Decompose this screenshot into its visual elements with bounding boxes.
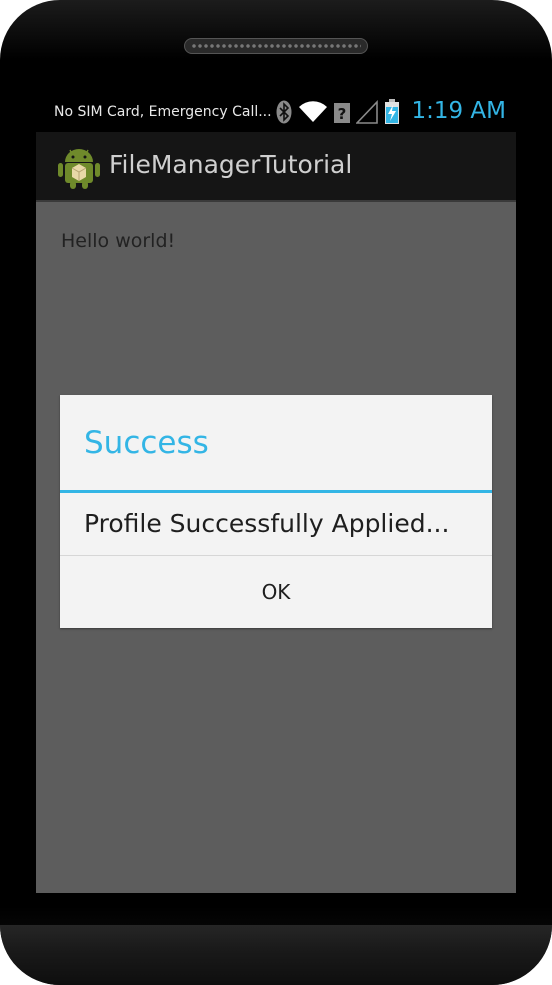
status-time: 1:19 AM [411,98,506,124]
dialog-message: Profile Successfully Applied... [84,509,450,538]
status-bar: No SIM Card, Emergency Call... ? 1:19 AM [36,96,516,132]
hello-text: Hello world! [61,230,176,252]
data-question-icon: ? [334,100,350,128]
alert-dialog: Success Profile Successfully Applied... … [60,395,492,628]
screen: No SIM Card, Emergency Call... ? 1:19 AM… [36,96,516,893]
ok-button[interactable]: OK [60,556,492,628]
speaker-grille [184,38,368,54]
bluetooth-icon [276,100,292,128]
carrier-text: No SIM Card, Emergency Call... [54,104,272,120]
android-icon[interactable] [56,144,102,190]
action-bar: FileManagerTutorial [36,132,516,202]
svg-text:?: ? [338,105,347,123]
dialog-title: Success [84,425,209,461]
app-title: FileManagerTutorial [109,150,353,179]
wifi-icon [298,100,328,128]
status-icons: ? [276,99,400,129]
dialog-title-divider [60,490,492,493]
device-frame: No SIM Card, Emergency Call... ? 1:19 AM… [0,0,552,985]
device-bottom-bezel [0,925,552,985]
battery-charging-icon [384,99,400,129]
signal-icon [355,100,378,128]
main-content: Hello world! Success Profile Successfull… [36,202,516,893]
